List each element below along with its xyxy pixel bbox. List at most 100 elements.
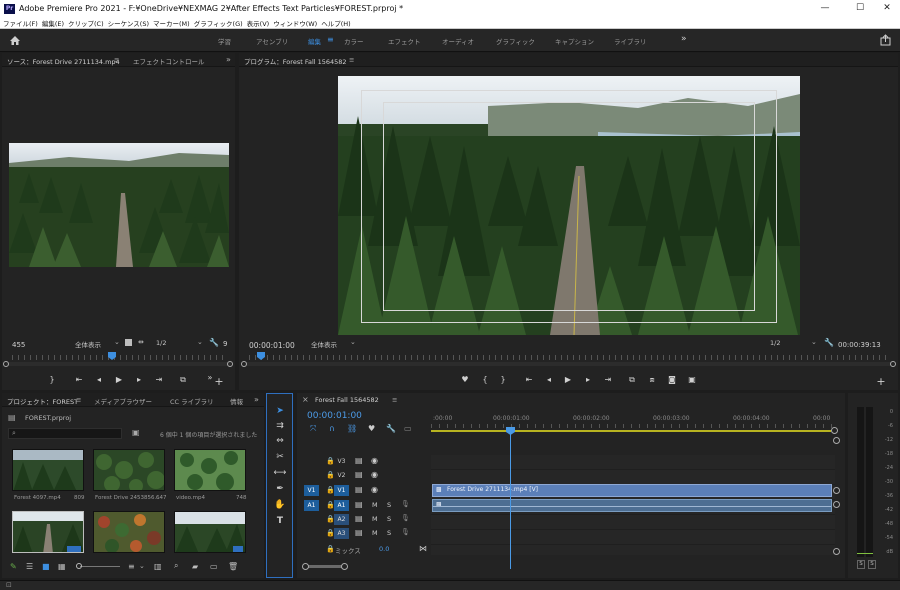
project-thumbnail-autumn[interactable] <box>93 511 165 553</box>
sync-lock-icon[interactable]: ▤ <box>355 514 363 523</box>
hand-tool-icon[interactable]: ✋ <box>271 498 289 512</box>
close-button[interactable]: ✕ <box>872 0 900 17</box>
export-frame-button[interactable]: ◙ <box>667 375 677 385</box>
workspace-menu-icon[interactable]: ≡ <box>327 35 334 44</box>
solo-button[interactable]: S <box>387 501 391 509</box>
track-select-tool-icon[interactable]: ⇉ <box>271 419 289 433</box>
program-play-button[interactable]: ▶ <box>563 375 573 385</box>
program-wrench-icon[interactable]: 🔧 <box>824 338 834 347</box>
menu-help[interactable]: ヘルプ(H) <box>321 18 350 28</box>
mic-icon[interactable]: 🎙 <box>401 500 410 508</box>
media-browser-tab[interactable]: メディアブラウザー <box>94 396 152 406</box>
track-a1-label[interactable]: A1 <box>334 500 349 511</box>
menu-marker[interactable]: マーカー(M) <box>153 18 190 28</box>
workspace-tab-color[interactable]: カラー <box>344 36 364 46</box>
thumbnail-size-handle[interactable] <box>76 563 82 569</box>
vertical-scroll-bottom-handle[interactable] <box>833 548 840 555</box>
add-marker-button[interactable]: ♥ <box>460 375 470 385</box>
menu-graphics[interactable]: グラフィック(G) <box>194 18 243 28</box>
ruler-end-handle[interactable] <box>831 427 838 434</box>
freeform-view-icon[interactable]: ▦ <box>58 562 66 571</box>
menu-window[interactable]: ウィンドウ(W) <box>273 18 317 28</box>
comparison-view-button[interactable]: ▣ <box>687 375 697 385</box>
new-bin-from-search-icon[interactable]: ▣ <box>132 428 140 437</box>
go-to-in-button[interactable]: ⇤ <box>74 375 84 385</box>
program-playhead[interactable] <box>257 352 265 360</box>
insert-button[interactable]: ⧉ <box>178 375 188 385</box>
menu-clip[interactable]: クリップ(C) <box>68 18 104 28</box>
source-play-button[interactable]: ▶ <box>114 375 124 385</box>
timeline-ruler[interactable]: :00:00 00:00:01:00 00:00:02:00 00:00:03:… <box>431 415 838 435</box>
project-thumbnail-forest-drive[interactable] <box>93 449 165 491</box>
program-go-to-in-button[interactable]: ⇤ <box>524 375 534 385</box>
program-time-ruler[interactable] <box>249 355 889 360</box>
maximize-button[interactable]: ☐ <box>845 0 875 17</box>
effect-controls-tab[interactable]: エフェクトコントロール <box>133 56 205 66</box>
info-tab[interactable]: 情報 <box>230 396 243 406</box>
sequence-tab[interactable]: Forest Fall 1564582 <box>315 396 379 404</box>
eye-icon[interactable]: ◉ <box>371 456 378 465</box>
automate-to-sequence-icon[interactable]: ▥ <box>154 562 162 571</box>
project-thumbnail-forest-4097[interactable] <box>12 449 84 491</box>
project-tab[interactable]: プロジェクト：FOREST <box>7 396 78 406</box>
video-clip[interactable]: ▩ Forest Drive 2711134.mp4 [V] <box>432 484 832 497</box>
mute-button[interactable]: M <box>372 529 378 537</box>
go-to-out-button[interactable]: ⇥ <box>154 375 164 385</box>
track-v2-label[interactable]: V2 <box>334 470 349 481</box>
workspace-tab-captions[interactable]: キャプション <box>555 36 594 46</box>
timeline-timecode[interactable]: 00:00:01:00 <box>307 411 362 421</box>
program-resolution-dropdown[interactable]: 1/2 <box>770 339 780 347</box>
selection-tool-icon[interactable]: ➤ <box>271 404 289 418</box>
vertical-scroll-audio-handle[interactable] <box>833 501 840 508</box>
source-timecode[interactable]: 455 <box>12 341 25 349</box>
sync-lock-icon[interactable]: ▤ <box>355 485 363 494</box>
eye-icon[interactable]: ◉ <box>371 485 378 494</box>
source-add-button[interactable]: + <box>214 376 224 387</box>
program-step-back-button[interactable]: ◂ <box>544 375 554 385</box>
menu-view[interactable]: 表示(V) <box>247 18 270 28</box>
vertical-scroll-mid-handle[interactable] <box>833 487 840 494</box>
mute-button[interactable]: M <box>372 515 378 523</box>
project-search-input[interactable]: ⌕ <box>8 428 122 439</box>
program-scroll-start-handle[interactable] <box>241 361 247 367</box>
mic-icon[interactable]: 🎙 <box>401 528 410 536</box>
mix-value[interactable]: 0.0 <box>379 545 389 553</box>
menu-sequence[interactable]: シーケンス(S) <box>108 18 149 28</box>
program-step-forward-button[interactable]: ▸ <box>583 375 593 385</box>
lock-icon[interactable]: 🔒 <box>326 545 335 553</box>
project-thumbnail-selected[interactable] <box>12 511 84 553</box>
icon-view-icon[interactable]: ■ <box>42 562 50 571</box>
program-mark-in-button[interactable]: { <box>480 375 490 385</box>
close-tab-icon[interactable]: × <box>302 395 309 404</box>
project-thumbnail-video[interactable] <box>174 449 246 491</box>
source-zoom-scrollbar[interactable] <box>6 362 231 366</box>
source-patch-v1[interactable]: V1 <box>304 485 319 496</box>
track-a3-label[interactable]: A3 <box>334 528 349 539</box>
source-scroll-start-handle[interactable] <box>3 361 9 367</box>
project-tab-menu-icon[interactable]: ≡ <box>76 396 81 404</box>
pen-tool-icon[interactable]: ✒ <box>271 482 289 496</box>
step-forward-button[interactable]: ▸ <box>134 375 144 385</box>
program-mark-out-button[interactable]: } <box>498 375 508 385</box>
type-tool-icon[interactable]: T <box>271 514 289 528</box>
menu-edit[interactable]: 編集(E) <box>42 18 64 28</box>
solo-left-button[interactable]: S <box>857 560 865 569</box>
workspace-tab-learning[interactable]: 学習 <box>218 36 231 46</box>
sync-lock-icon[interactable]: ▤ <box>355 470 363 479</box>
go-to-end-icon[interactable]: ⋈ <box>419 544 427 553</box>
track-a2-label[interactable]: A2 <box>334 514 349 525</box>
source-playhead[interactable] <box>108 352 116 360</box>
source-patch-a1[interactable]: A1 <box>304 500 319 511</box>
source-tab-menu-icon[interactable]: ≡ <box>114 56 119 64</box>
workspace-tab-libraries[interactable]: ライブラリ <box>614 36 647 46</box>
mute-button[interactable]: M <box>372 501 378 509</box>
program-add-button[interactable]: + <box>876 376 886 387</box>
program-scroll-end-handle[interactable] <box>890 361 896 367</box>
sync-lock-icon[interactable]: ▤ <box>355 500 363 509</box>
home-icon[interactable] <box>9 35 21 46</box>
snap-icon[interactable]: ∩ <box>329 424 335 433</box>
sort-icons-icon[interactable]: ≡ <box>128 562 135 571</box>
workspace-tab-assembly[interactable]: アセンブリ <box>256 36 288 46</box>
workspace-tab-graphics[interactable]: グラフィック <box>496 36 535 46</box>
timeline-scroll-end-handle[interactable] <box>341 563 348 570</box>
